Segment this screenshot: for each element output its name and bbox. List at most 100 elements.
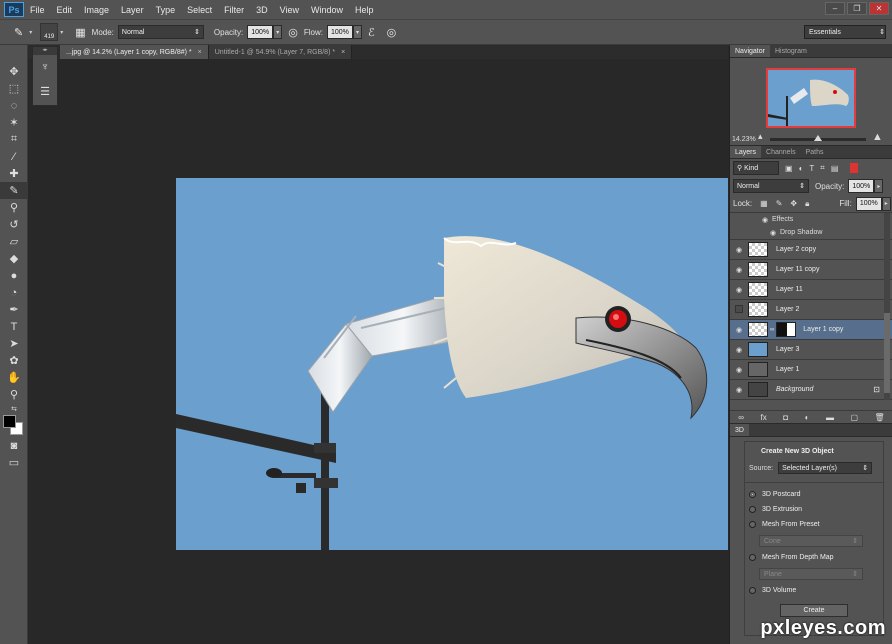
eye-icon[interactable]: ◉ <box>730 346 748 354</box>
minimize-button[interactable]: – <box>825 2 845 15</box>
layer-name[interactable]: Layer 3 <box>776 346 799 353</box>
layer-opacity-input[interactable]: 100% <box>848 179 875 193</box>
lock-position-icon[interactable]: ✥ <box>790 199 797 208</box>
clone-stamp-tool-icon[interactable]: ⚲ <box>0 199 28 216</box>
foreground-color-swatch[interactable] <box>3 415 16 428</box>
pressure-size-icon[interactable]: ◎ <box>387 26 397 39</box>
layer-name[interactable]: Layer 2 <box>776 306 799 313</box>
layer-name[interactable]: Layer 1 <box>776 366 799 373</box>
airbrush-icon[interactable]: ℰ <box>368 26 375 39</box>
radio-3d-postcard[interactable]: 3D Postcard <box>745 487 883 502</box>
tab-navigator[interactable]: Navigator <box>730 45 770 57</box>
eyedropper-tool-icon[interactable]: ⁄ <box>0 148 28 165</box>
dodge-tool-icon[interactable]: ◔ <box>0 284 28 301</box>
lock-transparent-icon[interactable]: ▦ <box>760 199 768 208</box>
flow-input[interactable]: 100% <box>326 25 353 39</box>
fill-slider-toggle[interactable]: ▸ <box>881 196 891 211</box>
tab-close-icon[interactable]: × <box>341 49 345 56</box>
blend-mode-select[interactable]: Normal ⇕ <box>733 179 809 193</box>
close-button[interactable]: ✕ <box>869 2 889 15</box>
tool-preset-dropdown-icon[interactable]: ▾ <box>29 29 32 36</box>
canvas-area[interactable] <box>28 59 728 644</box>
history-brush-tool-icon[interactable]: ↺ <box>0 216 28 233</box>
layer-row[interactable]: ◉ Background ⊡ <box>730 380 892 400</box>
eye-icon[interactable]: ◉ <box>730 266 748 274</box>
layer-name[interactable]: Layer 11 <box>776 286 803 293</box>
document-canvas[interactable] <box>176 178 728 550</box>
radio-3d-extrusion[interactable]: 3D Extrusion <box>745 502 883 517</box>
delete-layer-icon[interactable]: 🗑︎ <box>875 413 885 422</box>
brush-settings-icon[interactable]: ☰ <box>33 79 57 103</box>
hand-tool-icon[interactable]: ✋ <box>0 369 28 386</box>
eye-icon[interactable]: ◉ <box>730 386 748 394</box>
create-button[interactable]: Create <box>780 604 848 617</box>
filter-smart-icon[interactable]: ▤ <box>831 164 839 173</box>
layer-row[interactable]: ◉ Layer 11 copy <box>730 260 892 280</box>
eraser-tool-icon[interactable]: ▱ <box>0 233 28 250</box>
tab-document-2[interactable]: Untitled-1 @ 54.9% (Layer 7, RGB/8) * × <box>208 45 353 59</box>
menu-help[interactable]: Help <box>355 5 374 15</box>
zoom-tool-icon[interactable]: ⚲ <box>0 386 28 403</box>
blur-tool-icon[interactable]: ● <box>0 267 28 284</box>
eye-hidden-icon[interactable] <box>730 304 748 315</box>
tab-3d[interactable]: 3D <box>730 424 749 436</box>
pen-tool-icon[interactable]: ✒ <box>0 301 28 318</box>
layer-row[interactable]: ◉ Layer 2 copy <box>730 240 892 260</box>
opacity-slider-toggle[interactable]: ▾ <box>273 25 283 39</box>
add-mask-icon[interactable]: ◘ <box>783 413 788 422</box>
filter-pixel-icon[interactable]: ▣ <box>785 164 793 173</box>
maximize-button[interactable]: ❐ <box>847 2 867 15</box>
layers-scrollbar[interactable] <box>884 213 890 400</box>
lock-image-icon[interactable]: ✎ <box>776 199 783 208</box>
tab-close-icon[interactable]: × <box>198 49 202 56</box>
adjustment-layer-icon[interactable]: ◐ <box>805 413 810 422</box>
layer-name[interactable]: Layer 11 copy <box>776 266 819 273</box>
eye-icon[interactable]: ◉ <box>730 366 748 374</box>
layer-row[interactable]: ◉ Layer 11 <box>730 280 892 300</box>
layer-name[interactable]: Background <box>776 386 813 393</box>
tab-layers[interactable]: Layers <box>730 146 762 158</box>
menu-layer[interactable]: Layer <box>121 5 144 15</box>
zoom-in-icon[interactable]: ▲ <box>872 131 883 143</box>
layer-name[interactable]: Layer 2 copy <box>776 246 816 253</box>
lasso-tool-icon[interactable]: ◌ <box>0 97 28 114</box>
menu-select[interactable]: Select <box>187 5 212 15</box>
layer-row[interactable]: ◉ Layer 1 <box>730 360 892 380</box>
lock-all-icon[interactable]: 🔒︎ <box>805 199 809 209</box>
brush-panel-toggle-icon[interactable]: ▦ <box>75 26 85 39</box>
filter-type-icon[interactable]: T <box>809 164 814 173</box>
fill-input[interactable]: 100% <box>855 196 882 211</box>
eye-icon[interactable]: ◉ <box>730 286 748 294</box>
swap-colors-icon[interactable]: ⇆ <box>0 403 28 415</box>
brush-tool-button-icon[interactable]: ✎ <box>0 182 28 199</box>
type-tool-icon[interactable]: T <box>0 318 28 335</box>
layer-row[interactable]: Layer 2 <box>730 300 892 320</box>
new-layer-icon[interactable]: ▢ <box>850 413 858 422</box>
filter-adjust-icon[interactable]: ◐ <box>799 164 804 173</box>
zoom-slider[interactable] <box>770 135 866 141</box>
collapse-arrows-icon[interactable]: ◂▸ <box>33 47 57 55</box>
layer-filter-select[interactable]: ⚲ Kind <box>733 161 779 175</box>
effects-row[interactable]: ◉ Effects <box>730 213 892 226</box>
menu-edit[interactable]: Edit <box>57 5 73 15</box>
pressure-opacity-icon[interactable]: ◎ <box>288 26 298 39</box>
eye-icon[interactable]: ◉ <box>730 246 748 254</box>
menu-file[interactable]: File <box>30 5 45 15</box>
tab-document-1[interactable]: ...jpg @ 14.2% (Layer 1 copy, RGB/8#) * × <box>60 45 209 59</box>
menu-window[interactable]: Window <box>311 5 343 15</box>
menu-view[interactable]: View <box>280 5 299 15</box>
new-group-icon[interactable]: ▬ <box>826 413 834 422</box>
screen-mode-icon[interactable]: ▭ <box>0 454 28 471</box>
crop-tool-icon[interactable]: ⌗ <box>0 131 28 148</box>
marquee-tool-icon[interactable]: ⬚ <box>0 80 28 97</box>
layer-name[interactable]: Layer 1 copy <box>803 326 843 333</box>
radio-mesh-from-preset[interactable]: Mesh From Preset <box>745 517 883 532</box>
menu-type[interactable]: Type <box>156 5 176 15</box>
eye-icon[interactable]: ◉ <box>762 216 768 224</box>
layers-scrollbar-thumb[interactable] <box>884 313 890 393</box>
zoom-percent[interactable]: 14.23% <box>732 136 756 143</box>
chain-link-icon[interactable]: ∞ <box>770 327 774 333</box>
brush-picker-arrow-icon[interactable]: ▾ <box>60 29 63 36</box>
source-select[interactable]: Selected Layer(s) ⇕ <box>778 462 873 474</box>
zoom-slider-thumb[interactable] <box>814 135 822 141</box>
